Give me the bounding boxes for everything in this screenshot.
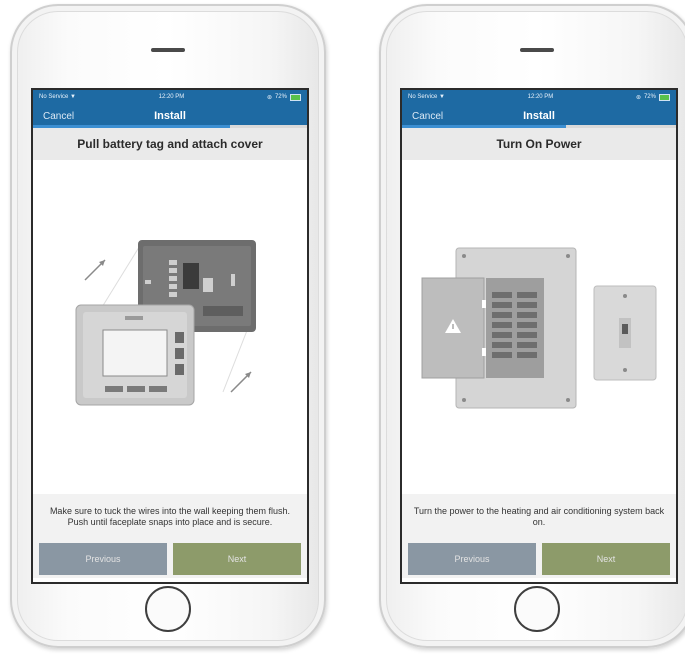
status-indicators: ⊛ 72% <box>635 93 670 101</box>
progress-bar <box>402 125 676 128</box>
status-indicators: ⊛ 72% <box>266 93 301 101</box>
status-bar: No Service ▼ 12:20 PM ⊛ 72% <box>402 90 676 104</box>
speaker-grille <box>151 48 185 52</box>
battery-icon <box>289 93 301 101</box>
nav-bar: Cancel Install <box>402 104 676 128</box>
previous-button[interactable]: Previous <box>39 543 167 575</box>
thermostat-illustration <box>33 160 307 494</box>
breaker-panel-icon <box>421 247 657 409</box>
wifi-icon: ▼ <box>439 94 445 100</box>
step-title: Turn On Power <box>402 128 676 160</box>
bluetooth-icon: ⊛ <box>266 94 272 101</box>
home-button[interactable] <box>514 586 560 632</box>
step-title: Pull battery tag and attach cover <box>33 128 307 160</box>
progress-bar <box>33 125 307 128</box>
wifi-icon: ▼ <box>70 94 76 100</box>
progress-fill <box>33 125 231 128</box>
battery-percent: 72% <box>274 94 287 100</box>
home-button[interactable] <box>145 586 191 632</box>
app-screen: No Service ▼ 12:20 PM ⊛ 72% Cancel Insta… <box>400 88 678 584</box>
carrier-label: No Service ▼ <box>39 94 76 100</box>
next-button[interactable]: Next <box>173 543 301 575</box>
breaker-panel-illustration <box>402 160 676 494</box>
button-row: Previous Next <box>33 540 307 578</box>
clock: 12:20 PM <box>158 94 185 100</box>
battery-percent: 72% <box>643 94 656 100</box>
speaker-grille <box>520 48 554 52</box>
button-row: Previous Next <box>402 540 676 578</box>
previous-button[interactable]: Previous <box>408 543 536 575</box>
phone-right: No Service ▼ 12:20 PM ⊛ 72% Cancel Insta… <box>379 4 685 648</box>
next-button[interactable]: Next <box>542 543 670 575</box>
thermostat-cover-icon <box>75 240 256 406</box>
clock: 12:20 PM <box>527 94 554 100</box>
battery-icon <box>658 93 670 101</box>
carrier-label: No Service ▼ <box>408 94 445 100</box>
bluetooth-icon: ⊛ <box>635 94 641 101</box>
nav-bar: Cancel Install <box>33 104 307 128</box>
instructions-text: Make sure to tuck the wires into the wal… <box>33 494 307 540</box>
app-screen: No Service ▼ 12:20 PM ⊛ 72% Cancel Insta… <box>31 88 309 584</box>
progress-fill <box>402 125 567 128</box>
cancel-button[interactable]: Cancel <box>412 111 443 122</box>
instructions-text: Turn the power to the heating and air co… <box>402 494 676 540</box>
status-bar: No Service ▼ 12:20 PM ⊛ 72% <box>33 90 307 104</box>
phone-left: No Service ▼ 12:20 PM ⊛ 72% Cancel Insta… <box>10 4 326 648</box>
cancel-button[interactable]: Cancel <box>43 111 74 122</box>
